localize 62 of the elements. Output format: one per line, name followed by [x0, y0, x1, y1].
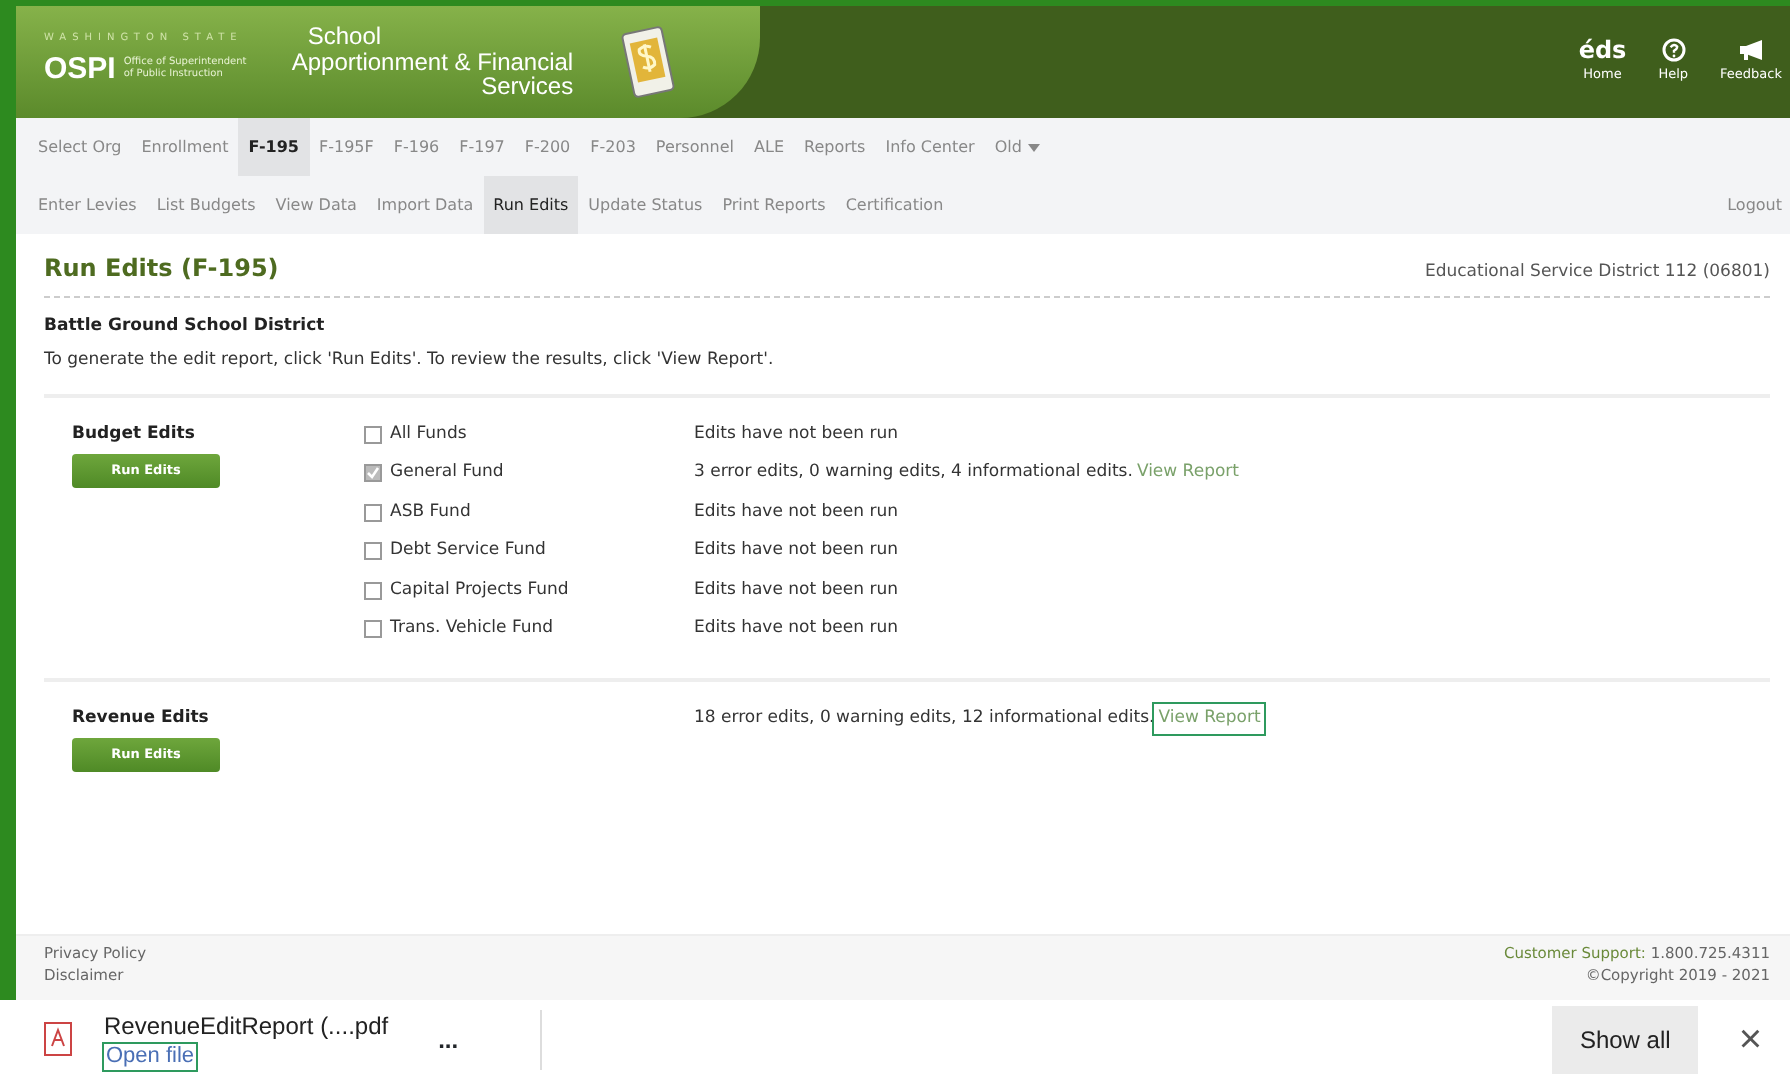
fund-label: Debt Service Fund — [390, 538, 546, 565]
district-name: Battle Ground School District — [44, 314, 327, 340]
nav-tab[interactable]: F-196 — [383, 118, 450, 176]
edit-status-text: Edits have not been run — [694, 421, 898, 448]
help-icon — [1661, 38, 1685, 62]
checkbox[interactable] — [364, 464, 382, 483]
instructions-text: To generate the edit report, click 'Run Edits'. To review the results, click 'View Report'. — [44, 347, 776, 373]
edit-status-text: 18 error edits, 0 warning edits, 12 informational edits. — [694, 705, 1155, 732]
fund-label: Capital Projects Fund — [390, 577, 569, 604]
checkbox[interactable] — [364, 581, 382, 600]
subnav-tab[interactable]: Update Status — [578, 176, 713, 234]
nav-tab[interactable]: Info Center — [875, 118, 985, 176]
section-label: Budget Edits — [72, 421, 195, 448]
agency-logo-text: OSPI — [44, 49, 116, 89]
subnav-tab[interactable]: Print Reports — [712, 176, 836, 234]
fund-label: Trans. Vehicle Fund — [390, 616, 554, 643]
edit-status-text: 3 error edits, 0 warning edits, 4 informational edits. — [694, 460, 1133, 487]
fund-label: General Fund — [390, 460, 504, 487]
subnav-tab[interactable]: View Data — [265, 176, 367, 234]
organization-scope: Educational Service District 112 (06801) — [1424, 260, 1770, 286]
nav-tab[interactable]: Select Org — [28, 118, 132, 176]
fund-label: All Funds — [390, 421, 467, 448]
more-options-button[interactable]: ... — [436, 1019, 461, 1059]
app-title-line: Services — [479, 74, 574, 100]
home-logo-text: éds — [1578, 38, 1627, 63]
nav-tab[interactable]: Enrollment — [131, 118, 239, 176]
app-title-line: Apportionment & Financial — [291, 49, 574, 75]
checkbox[interactable] — [364, 542, 382, 561]
nav-tab[interactable]: ALE — [744, 118, 795, 176]
close-button[interactable]: × — [1730, 1019, 1770, 1059]
edit-status-text: Edits have not been run — [694, 577, 898, 604]
subnav-tab[interactable]: List Budgets — [146, 176, 266, 234]
fund-label: ASB Fund — [390, 499, 471, 526]
pdf-file-icon — [44, 1022, 72, 1056]
edit-status-text: Edits have not been run — [694, 616, 898, 643]
section-label: Revenue Edits — [72, 705, 209, 732]
dropdown-menu-tab[interactable]: Old — [984, 118, 1050, 176]
subnav-tab[interactable]: Import Data — [366, 176, 484, 234]
nav-tab[interactable]: Personnel — [645, 118, 745, 176]
checkbox[interactable] — [364, 620, 382, 639]
subnav-tab[interactable]: Enter Levies — [28, 176, 147, 234]
checkbox[interactable] — [364, 425, 382, 444]
open-file-link[interactable]: Open file — [104, 1044, 197, 1070]
checkbox[interactable] — [364, 503, 382, 522]
nav-tab[interactable]: F-200 — [514, 118, 581, 176]
view-report-link[interactable]: View Report — [1154, 703, 1265, 734]
show-all-button[interactable]: Show all — [1551, 1005, 1699, 1073]
subnav-tab[interactable]: Run Edits — [483, 176, 579, 234]
logout-link[interactable]: Logout — [1717, 176, 1790, 234]
nav-tab[interactable]: F-197 — [449, 118, 515, 176]
page-title: Run Edits (F-195) — [44, 252, 279, 286]
file-name: RevenueEditReport (....pdf — [104, 1010, 389, 1045]
subnav-tab[interactable]: Certification — [835, 176, 954, 234]
edit-status-text: Edits have not been run — [694, 538, 898, 565]
megaphone-icon — [1739, 40, 1762, 61]
nav-tab[interactable]: F-203 — [580, 118, 646, 176]
nav-tab[interactable]: Reports — [794, 118, 876, 176]
nav-tab[interactable]: F-195F — [309, 118, 384, 176]
view-report-link[interactable]: View Report — [1132, 458, 1243, 489]
nav-tab[interactable]: F-195 — [238, 118, 309, 176]
edit-status-text: Edits have not been run — [694, 499, 898, 526]
app-title-line: School — [305, 24, 384, 50]
